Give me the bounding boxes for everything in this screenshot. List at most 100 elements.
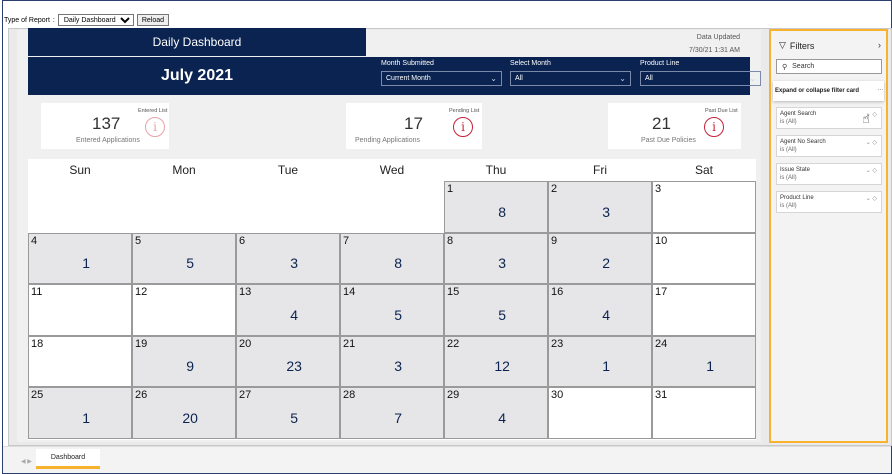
collapse-pane-icon[interactable]: ›: [878, 40, 881, 50]
expand-filter-icon[interactable]: ⌄ ◇: [866, 195, 877, 202]
day-count: 3: [498, 255, 507, 272]
calendar-day-cell[interactable]: 15 5: [444, 284, 548, 336]
day-count: 9: [186, 358, 195, 375]
pending-applications-card: Pending List 17 Pending Applications i: [346, 103, 482, 149]
slicer-value: Current Month: [386, 75, 431, 82]
filter-card-value: is (All): [780, 203, 797, 209]
calendar-day-cell[interactable]: 24 1: [652, 335, 756, 387]
day-number: 1: [447, 183, 454, 195]
calendar-day-cell[interactable]: 41: [28, 232, 132, 284]
calendar-day-cell[interactable]: 10: [652, 232, 756, 284]
slicer-month-submitted[interactable]: Month Submitted Current Month ⌄: [381, 60, 502, 86]
day-number: 4: [31, 234, 38, 247]
day-number: 10: [655, 234, 668, 247]
calendar-day-cell[interactable]: 92: [548, 232, 652, 284]
calendar-day-cell[interactable]: 16 4: [548, 284, 652, 336]
slicer-dropdown[interactable]: All ⌄: [640, 71, 761, 86]
filter-card-issue-state[interactable]: Issue State is (All) ⌄ ◇: [776, 163, 882, 185]
calendar-day-cell[interactable]: 30: [548, 387, 652, 439]
hand-cursor-icon: ☝: [862, 111, 870, 126]
calendar-day-cell[interactable]: 31: [652, 387, 756, 439]
info-icon[interactable]: i: [145, 117, 165, 137]
calendar-day-cell[interactable]: 25 1: [28, 387, 132, 439]
reload-button[interactable]: Reload: [136, 14, 170, 26]
calendar-day-cell[interactable]: 17: [652, 284, 756, 336]
calendar-day-cell[interactable]: 63: [236, 232, 340, 284]
calendar-day-cell[interactable]: 20 23: [236, 335, 340, 387]
day-count: 1: [602, 358, 611, 375]
day-number: 13: [239, 286, 252, 298]
day-number: 19: [135, 337, 148, 350]
calendar-day-cell[interactable]: 78: [340, 232, 444, 284]
report-type-select[interactable]: Daily Dashboard: [57, 14, 134, 26]
card-value: 21: [652, 114, 671, 133]
filter-card-agent-no-search[interactable]: Agent No Search is (All) ⌄ ◇: [776, 135, 882, 157]
slicer-dropdown[interactable]: Current Month ⌄: [381, 71, 502, 86]
calendar-day-cell[interactable]: 26 20: [132, 387, 236, 439]
day-number: 15: [447, 286, 460, 298]
card-tag: Past Due List: [705, 108, 738, 114]
calendar-day-cell[interactable]: 14 5: [340, 284, 444, 336]
day-number: 22: [447, 337, 460, 350]
filter-card-value: is (All): [780, 175, 797, 181]
day-number: 2: [551, 183, 558, 195]
day-number: 26: [135, 389, 148, 401]
card-caption: Pending Applications: [355, 137, 420, 144]
day-count: 8: [498, 203, 507, 220]
filter-card-product-line[interactable]: Product Line is (All) ⌄ ◇: [776, 191, 882, 213]
calendar-day-cell[interactable]: 19 9: [132, 335, 236, 387]
day-count: 5: [290, 409, 299, 426]
filter-card-name: Agent No Search: [780, 139, 826, 145]
day-count: 1: [82, 409, 91, 426]
day-number: 28: [343, 389, 356, 401]
calendar-day-cell[interactable]: 22 12: [444, 335, 548, 387]
day-count: 3: [290, 255, 299, 272]
tab-scroll-arrows-icon[interactable]: ◀ ▶: [21, 458, 32, 465]
calendar-day-cell[interactable]: 3: [652, 181, 756, 233]
more-options-icon[interactable]: …: [877, 85, 884, 92]
calendar-day-cell[interactable]: 55: [132, 232, 236, 284]
slicer-select-month[interactable]: Select Month All ⌄: [510, 60, 631, 86]
day-number: 21: [343, 337, 356, 350]
day-of-week-header: Sun: [69, 163, 91, 177]
data-updated-value: 7/30/21 1:31 AM: [689, 47, 740, 54]
data-updated-label: Data Updated: [696, 34, 740, 41]
day-count: 5: [394, 306, 403, 323]
filter-card-name: Issue State: [780, 167, 811, 173]
slicer-label: Month Submitted: [381, 60, 434, 67]
calendar-day-cell[interactable]: 18: [444, 181, 548, 233]
calendar-day-cell[interactable]: 11: [28, 284, 132, 336]
day-number: 17: [655, 286, 668, 298]
info-icon[interactable]: i: [704, 117, 724, 137]
search-placeholder: Search: [792, 63, 815, 70]
calendar-day-cell[interactable]: 18: [28, 335, 132, 387]
calendar-day-cell[interactable]: 12: [132, 284, 236, 336]
dashboard-title: Daily Dashboard: [152, 35, 242, 49]
expand-filter-icon[interactable]: ⌄ ◇: [866, 167, 877, 174]
calendar-day-cell[interactable]: 23: [548, 181, 652, 233]
slicer-dropdown[interactable]: All ⌄: [510, 71, 631, 86]
calendar-day-cell[interactable]: 83: [444, 232, 548, 284]
day-count: 4: [602, 306, 611, 323]
page-tab-bar: ◀ ▶ Dashboard: [3, 446, 891, 473]
day-number: 20: [239, 337, 252, 350]
tooltip: Expand or collapse filter card: [773, 81, 884, 101]
entered-applications-card: Entered List 137 Entered Applications i: [41, 103, 169, 149]
calendar-day-cell[interactable]: 28 7: [340, 387, 444, 439]
tab-dashboard[interactable]: Dashboard: [36, 449, 100, 469]
info-icon[interactable]: i: [453, 117, 473, 137]
filter-card-value: is (All): [780, 147, 797, 153]
slicer-product-line[interactable]: Product Line All ⌄: [640, 60, 761, 86]
filter-funnel-icon: ▽: [779, 40, 786, 50]
card-value: 17: [404, 114, 423, 133]
calendar-day-cell[interactable]: 21 3: [340, 335, 444, 387]
calendar-day-cell[interactable]: 27 5: [236, 387, 340, 439]
calendar-day-cell[interactable]: 29 4: [444, 387, 548, 439]
filters-title: Filters: [789, 40, 815, 51]
calendar-day-cell[interactable]: 13 4: [236, 284, 340, 336]
filter-search-input[interactable]: ⚲ Search: [776, 59, 882, 74]
calendar-day-cell[interactable]: 23 1: [548, 335, 652, 387]
slicer-value: All: [645, 75, 653, 82]
expand-filter-icon[interactable]: ⌄ ◇: [866, 139, 877, 146]
day-of-week-header: Mon: [172, 163, 196, 177]
